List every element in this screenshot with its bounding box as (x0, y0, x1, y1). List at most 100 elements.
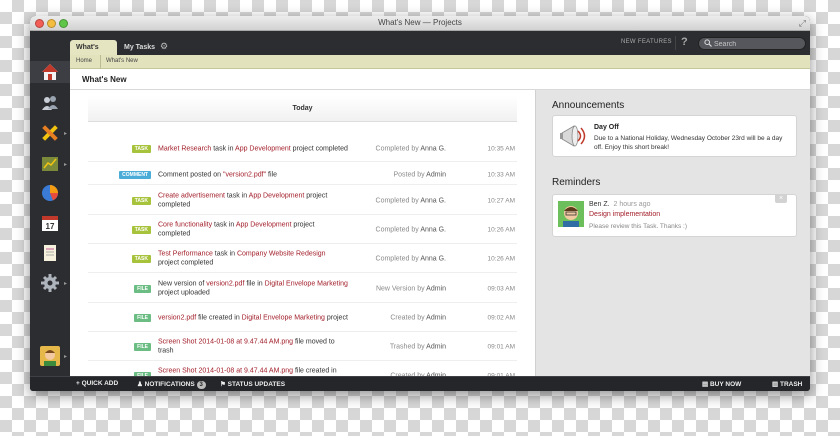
feed-row-description[interactable]: Screen Shot 2014-01-08 at 9.47.44 AM.png… (158, 366, 348, 376)
chart-icon (42, 157, 58, 171)
feed-row-description[interactable]: Core functionality task in App Developme… (158, 220, 348, 239)
file-badge: FILE (134, 284, 151, 293)
notifications-label: NOTIFICATIONS (144, 381, 195, 388)
pie-chart-icon (42, 185, 58, 201)
feed-row-description[interactable]: Comment posted on "version2.pdf" file (158, 170, 348, 180)
feed-row-action: Completed (375, 145, 410, 152)
tab-whats-new[interactable]: What's New (70, 40, 117, 66)
feed-row-description[interactable]: New version of version2.pdf file in Digi… (158, 279, 348, 298)
feed-row-by: by (411, 226, 419, 233)
reminder-card[interactable]: Ben Z. 2 hours ago Design implementation… (552, 194, 797, 237)
feed-row-by: by (411, 197, 419, 204)
feed-row[interactable]: FILE New version of version2.pdf file in … (88, 275, 517, 303)
breadcrumb: Home What's New (70, 55, 810, 69)
feed-row-status: Completed by Anna G. (360, 226, 446, 233)
feed-row-status: Posted by Admin (360, 172, 446, 179)
comment-badge: COMMENT (119, 171, 151, 179)
tab-settings-gear-icon[interactable]: ⚙ (160, 41, 168, 52)
search-input[interactable] (714, 39, 802, 49)
reports-chevron-icon: ▸ (64, 162, 68, 168)
sidebar-item-people[interactable] (39, 92, 61, 114)
sidebar-item-statistics[interactable] (39, 182, 61, 204)
feed-row[interactable]: TASK Market Research task in App Developm… (88, 136, 517, 162)
task-badge: TASK (131, 196, 151, 205)
feed-row[interactable]: FILE Screen Shot 2014-01-08 at 9.47.44 AM… (88, 333, 517, 361)
minimize-window-button[interactable] (47, 19, 56, 28)
feed-row-by: by (411, 145, 419, 152)
close-window-button[interactable] (35, 19, 44, 28)
tab-my-tasks[interactable]: My Tasks (118, 40, 161, 55)
quick-add-button[interactable]: + QUICK ADD (76, 380, 118, 387)
feed-row-time: 10:27 AM (487, 197, 515, 204)
status-updates-label: STATUS UPDATES (227, 381, 286, 388)
breadcrumb-home[interactable]: Home (76, 58, 92, 64)
sidebar-item-tools[interactable] (39, 122, 61, 144)
reminder-note: Please review this Task. Thanks :) (589, 223, 688, 230)
people-icon (42, 96, 58, 110)
sidebar-item-calendar[interactable]: 17 (39, 212, 61, 234)
feed-row-by: by (417, 171, 425, 179)
announcement-card: Day Off Due to a National Holiday, Wedne… (552, 115, 797, 157)
activity-feed: Today TASK Market Research task in App De… (70, 90, 535, 376)
help-button[interactable]: ? (675, 36, 688, 50)
feed-row-time: 10:26 AM (487, 226, 515, 233)
feed-row-by: by (417, 314, 425, 321)
feed-row[interactable]: TASK Core functionality task in App Devel… (88, 216, 517, 244)
trash-button[interactable]: ▥ TRASH (772, 380, 802, 388)
feed-row-description[interactable]: Screen Shot 2014-01-08 at 9.47.44 AM.png… (158, 337, 348, 356)
feed-row-status: Completed by Anna G. (360, 197, 446, 204)
user-avatar-button[interactable] (39, 345, 61, 367)
reminder-name: Ben Z. (589, 201, 610, 208)
feed-row[interactable]: COMMENT Comment posted on "version2.pdf" … (88, 166, 517, 185)
feed-row-time: 10:33 AM (487, 171, 515, 179)
gear-icon (41, 274, 59, 292)
bell-icon: ♟ (137, 381, 143, 388)
sidebar-item-documents[interactable] (39, 242, 61, 264)
feed-row[interactable]: TASK Create advertisement task in App Dev… (88, 187, 517, 215)
page-title: What's New (82, 75, 127, 84)
reminder-close-button[interactable]: × (775, 194, 787, 203)
feed-row-status: Completed by Anna G. (360, 255, 446, 262)
feed-row[interactable]: FILE Screen Shot 2014-01-08 at 9.47.44 AM… (88, 362, 517, 376)
feed-row-description[interactable]: version2.pdf file created in Digital Env… (158, 313, 348, 323)
feed-row-description[interactable]: Test Performance task in Company Website… (158, 249, 348, 268)
feed-row-user: Anna G. (420, 197, 446, 204)
sidebar-item-reports[interactable] (39, 153, 61, 175)
title-bar: What's New — Projects ⤢ (30, 16, 810, 31)
feed-row-status: Trashed by Admin (360, 343, 446, 350)
buy-now-label: BUY NOW (709, 381, 742, 388)
document-icon (44, 245, 56, 261)
feed-row-status: Completed by Anna G. (360, 145, 446, 152)
page-header: What's New (70, 69, 810, 90)
feed-row-time: 10:35 AM (487, 145, 515, 152)
feed-row-action: Completed (375, 255, 410, 262)
feed-row-action: Completed (375, 226, 410, 233)
feed-row-time: 09:01 AM (487, 343, 515, 350)
fullscreen-icon[interactable]: ⤢ (799, 18, 806, 29)
settings-chevron-icon: ▸ (64, 281, 68, 287)
sidebar-item-settings[interactable] (39, 272, 61, 294)
feed-row-user: Admin (426, 171, 446, 179)
reminders-heading: Reminders (552, 177, 601, 188)
trash-icon: ▥ (772, 381, 779, 388)
task-badge: TASK (131, 254, 151, 263)
notifications-button[interactable]: ♟ NOTIFICATIONS 3 (137, 380, 206, 389)
status-updates-button[interactable]: ⚑ STATUS UPDATES (220, 380, 285, 388)
new-features-link[interactable]: NEW FEATURES (621, 39, 672, 45)
sidebar-item-home[interactable] (30, 61, 70, 83)
feed-row-user: Admin (426, 343, 446, 350)
feed-row[interactable]: TASK Test Performance task in Company Web… (88, 245, 517, 273)
flag-icon: ⚑ (220, 381, 226, 388)
task-badge: TASK (131, 144, 151, 153)
feed-row-description[interactable]: Create advertisement task in App Develop… (158, 191, 348, 210)
buy-now-button[interactable]: ▤ BUY NOW (702, 380, 741, 388)
feed-row-action: Created (390, 314, 416, 321)
feed-row-user: Admin (426, 285, 446, 292)
feed-row-description[interactable]: Market Research task in App Development … (158, 144, 348, 154)
reminder-task-link[interactable]: Design implementation (589, 211, 660, 218)
feed-row[interactable]: FILE version2.pdf file created in Digital… (88, 304, 517, 332)
feed-row-action: New Version (375, 285, 416, 292)
quick-add-label: QUICK ADD (81, 380, 119, 387)
maximize-window-button[interactable] (59, 19, 68, 28)
announcement-body: Due to a National Holiday, Wednesday Oct… (594, 135, 783, 151)
